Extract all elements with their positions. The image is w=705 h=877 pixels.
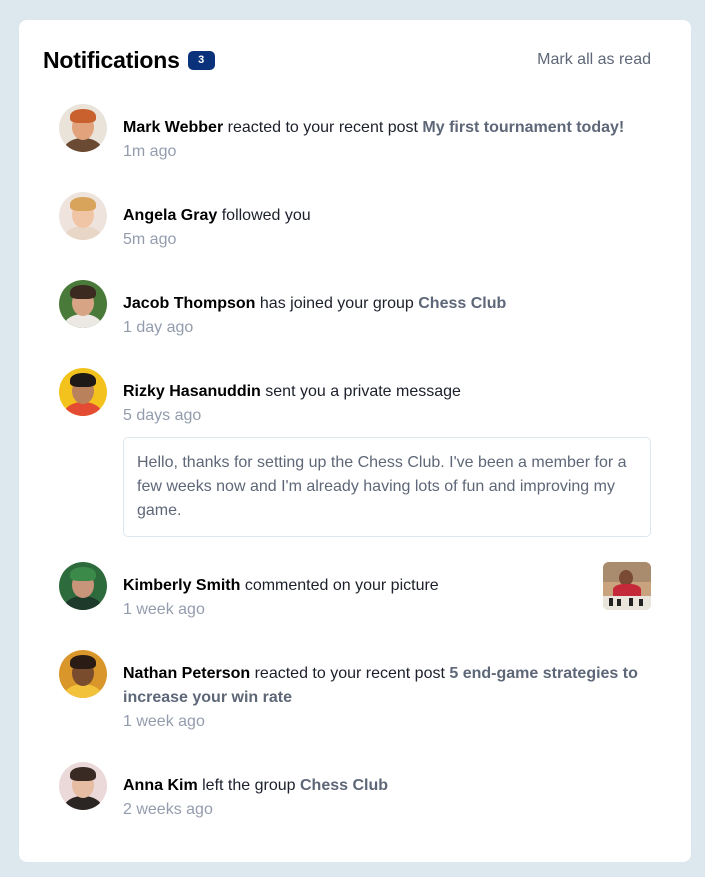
notification-content: Rizky Hasanuddin sent you a private mess…: [123, 380, 651, 537]
notification-item[interactable]: Kimberly Smith commented on your picture…: [59, 562, 651, 622]
notification-content: Angela Gray followed you 5m ago: [123, 204, 651, 252]
avatar-rizky-hasanuddin[interactable]: [59, 368, 107, 416]
notification-time: 1 week ago: [123, 713, 205, 730]
commented-picture-thumbnail[interactable]: [603, 562, 651, 610]
page-title: Notifications: [43, 46, 180, 73]
notification-user-name[interactable]: Rizky Hasanuddin: [123, 383, 261, 400]
notification-action: reacted to your recent post: [227, 119, 418, 136]
notification-post-link[interactable]: My first tournament today!: [422, 119, 624, 136]
notification-time: 1 week ago: [123, 601, 205, 618]
notification-action: left the group: [202, 777, 296, 794]
avatar-nathan-peterson[interactable]: [59, 650, 107, 698]
notification-user-name[interactable]: Nathan Peterson: [123, 665, 250, 682]
notification-content: Jacob Thompson has joined your group Che…: [123, 292, 651, 340]
notification-user-name[interactable]: Mark Webber: [123, 119, 223, 136]
notification-action: sent you a private message: [265, 383, 461, 400]
notification-user-name[interactable]: Kimberly Smith: [123, 577, 240, 594]
notification-user-name[interactable]: Anna Kim: [123, 777, 198, 794]
notification-user-name[interactable]: Angela Gray: [123, 207, 217, 224]
notification-item[interactable]: Rizky Hasanuddin sent you a private mess…: [59, 368, 651, 537]
notification-item[interactable]: Mark Webber reacted to your recent post …: [59, 104, 651, 164]
notification-item[interactable]: Angela Gray followed you 5m ago: [59, 192, 651, 252]
notification-time: 2 weeks ago: [123, 801, 213, 818]
notification-item[interactable]: Anna Kim left the group Chess Club 2 wee…: [59, 762, 651, 822]
notification-time: 1m ago: [123, 143, 177, 160]
notification-time: 1 day ago: [123, 319, 194, 336]
notification-content: Anna Kim left the group Chess Club 2 wee…: [123, 774, 651, 822]
notification-group-link[interactable]: Chess Club: [300, 777, 388, 794]
notification-action: followed you: [221, 207, 311, 224]
notification-action: commented on your picture: [244, 577, 439, 594]
notifications-card: Notifications 3 Mark all as read Mark We…: [19, 20, 691, 862]
header-title-group: Notifications 3: [43, 47, 215, 74]
avatar-jacob-thompson[interactable]: [59, 280, 107, 328]
mark-all-read-button[interactable]: Mark all as read: [537, 51, 651, 69]
notification-user-name[interactable]: Jacob Thompson: [123, 295, 255, 312]
avatar-angela-gray[interactable]: [59, 192, 107, 240]
notification-item[interactable]: Jacob Thompson has joined your group Che…: [59, 280, 651, 340]
notification-action: has joined your group: [259, 295, 414, 312]
notification-time: 5m ago: [123, 231, 177, 248]
unread-count-badge: 3: [187, 50, 215, 70]
notification-content: Nathan Peterson reacted to your recent p…: [123, 662, 651, 734]
avatar-mark-webber[interactable]: [59, 104, 107, 152]
notification-action: reacted to your recent post: [254, 665, 445, 682]
notification-content: Kimberly Smith commented on your picture…: [123, 574, 603, 622]
avatar-kimberly-smith[interactable]: [59, 562, 107, 610]
private-message-preview[interactable]: Hello, thanks for setting up the Chess C…: [123, 437, 651, 537]
notification-group-link[interactable]: Chess Club: [418, 295, 506, 312]
notifications-header: Notifications 3 Mark all as read: [43, 20, 651, 100]
notification-time: 5 days ago: [123, 407, 202, 424]
notification-content: Mark Webber reacted to your recent post …: [123, 116, 651, 164]
avatar-anna-kim[interactable]: [59, 762, 107, 810]
notification-item[interactable]: Nathan Peterson reacted to your recent p…: [59, 650, 651, 734]
